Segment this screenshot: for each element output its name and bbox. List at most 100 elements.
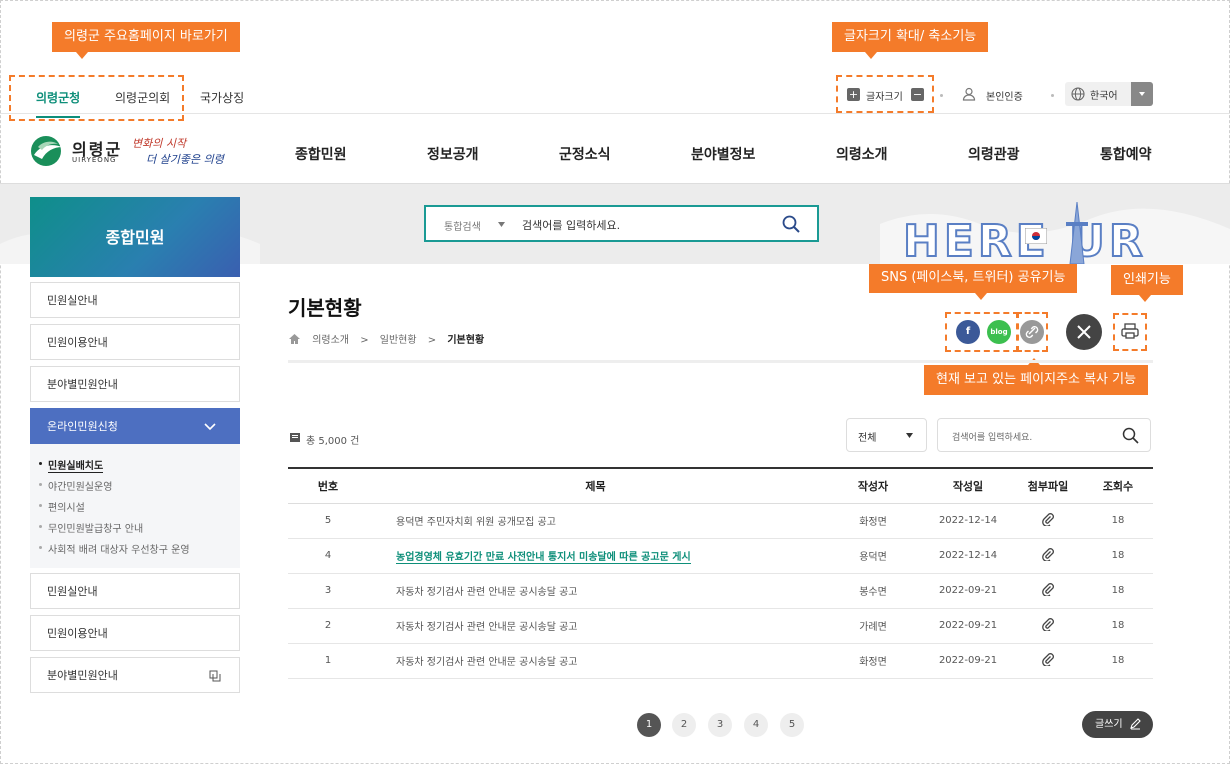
search-input[interactable]: 검색어를 입력하세요. [522,217,620,233]
column-header: 첨부파일 [1013,467,1083,504]
attachment-cell[interactable] [1013,608,1083,644]
gnb-item[interactable]: 통합예약 [1100,144,1152,164]
gnb-item[interactable]: 군정소식 [559,144,611,164]
chevron-down-icon [204,423,216,431]
page-button[interactable]: 4 [744,713,768,737]
board-search-input[interactable]: 검색어를 입력하세요. [937,418,1151,452]
new-window-icon [209,670,221,682]
globe-icon [1071,87,1085,101]
lnb-subitem[interactable]: 편의시설 [39,499,85,514]
row-author: 가례면 [823,608,923,644]
chevron-down-icon [1131,82,1153,106]
lnb-item[interactable]: 분야별민원안내 [30,366,240,402]
logo-emblem-icon [31,136,62,166]
column-header: 작성자 [823,467,923,504]
breadcrumb: 의령소개 > 일반현황 > 기본현황 [288,331,484,346]
paperclip-icon [1042,548,1054,562]
lnb-item[interactable]: 민원이용안내 [30,324,240,360]
callout-font-size: 글자크기 확대/ 축소기능 [832,22,989,59]
column-header: 작성일 [923,467,1013,504]
site-link-council[interactable]: 의령군의회 [115,89,170,106]
breadcrumb-item[interactable]: 일반현황 [380,335,417,346]
search-icon[interactable] [782,215,800,233]
caret-down-icon [906,433,913,438]
page-button[interactable]: 5 [780,713,804,737]
page-button[interactable]: 3 [708,713,732,737]
lnb-item-field[interactable]: 분야별민원안내 [30,657,240,693]
row-title[interactable]: 용덕면 주민자치회 위원 공개모집 공고 [368,503,823,539]
page-button[interactable]: 2 [672,713,696,737]
row-title[interactable]: 자동차 정기검사 관련 안내문 공시송달 공고 [368,608,823,644]
font-decrease-button[interactable]: − [911,88,924,101]
language-label: 한국어 [1090,91,1118,102]
attachment-cell[interactable] [1013,503,1083,539]
breadcrumb-item[interactable]: 의령소개 [312,335,349,346]
row-number: 3 [288,573,368,609]
facebook-share-button[interactable]: f [956,320,980,344]
gnb-item[interactable]: 정보공개 [427,144,479,164]
lnb-item[interactable]: 민원이용안내 [30,615,240,651]
lnb-subitem[interactable]: 야간민원실운영 [39,478,112,493]
print-icon [1121,323,1139,339]
language-select[interactable]: 한국어 [1065,82,1153,106]
gnb-item[interactable]: 종합민원 [295,144,347,164]
print-button[interactable] [1119,320,1141,342]
home-icon [289,334,300,344]
table-header-row: 번호 제목 작성자 작성일 첨부파일 조회수 [288,467,1153,504]
row-title[interactable]: 자동차 정기검사 관련 안내문 공시송달 공고 [368,573,823,609]
attachment-cell[interactable] [1013,643,1083,679]
breadcrumb-separator: > [427,335,437,346]
title-divider [288,360,1153,363]
filter-select[interactable]: 전체 [846,418,927,452]
logo[interactable]: 의령군 UIRYEONG 변화의 시작 더 살기좋은 의령 [30,135,250,169]
caret-down-icon [498,222,505,227]
row-date: 2022-09-21 [923,573,1013,609]
auth-link[interactable]: 본인인증 [986,88,1023,103]
callout-shortcut: 의령군 주요홈페이지 바로가기 [52,22,240,59]
tower-icon [1066,202,1088,264]
lnb-subitem[interactable]: 무인민원발급창구 안내 [39,520,143,535]
table-row[interactable]: 5 용덕면 주민자치회 위원 공개모집 공고 화정면 2022-12-14 18 [288,503,1153,539]
gnb-item[interactable]: 의령소개 [836,144,888,164]
row-number: 5 [288,503,368,539]
breadcrumb-current: 기본현황 [447,335,485,346]
row-author: 용덕면 [823,538,923,574]
write-button[interactable]: 글쓰기 [1082,711,1153,738]
lnb-item-label: 온라인민원신청 [47,420,118,433]
lnb-item[interactable]: 민원실안내 [30,573,240,609]
logo-slogan-1: 변화의 시작 [132,137,187,150]
lnb-item-online[interactable]: 온라인민원신청 [30,408,240,444]
attachment-cell[interactable] [1013,573,1083,609]
attachment-cell[interactable] [1013,538,1083,574]
lnb-subitem[interactable]: 민원실배치도 [39,457,104,473]
document-icon [290,433,300,442]
global-search: 통합검색 검색어를 입력하세요. [424,205,819,242]
lnb-subitem[interactable]: 사회적 배려 대상자 우선창구 운영 [39,541,190,556]
lnb-item[interactable]: 민원실안내 [30,282,240,318]
row-author: 화정면 [823,503,923,539]
table-row[interactable]: 3 자동차 정기검사 관련 안내문 공시송달 공고 봉수면 2022-09-21… [288,573,1153,609]
table-row[interactable]: 4 농업경영체 유효기간 만료 사전안내 통지서 미송달에 따른 공고문 게시 … [288,538,1153,574]
flag-icon [1025,228,1047,244]
gnb-item[interactable]: 분야별정보 [691,144,755,164]
copy-url-button[interactable] [1020,320,1044,344]
paperclip-icon [1042,618,1054,632]
close-share-button[interactable] [1066,314,1102,350]
page-button-current[interactable]: 1 [637,713,661,737]
search-icon[interactable] [1122,427,1139,444]
row-author: 화정면 [823,643,923,679]
lnb-item-label: 분야별민원안내 [47,669,118,682]
table-row[interactable]: 1 자동차 정기검사 관련 안내문 공시송달 공고 화정면 2022-09-21… [288,643,1153,679]
total-count: 총 5,000 건 [306,436,360,447]
font-increase-button[interactable]: + [847,88,860,101]
row-title[interactable]: 자동차 정기검사 관련 안내문 공시송달 공고 [368,643,823,679]
gnb-item[interactable]: 의령관광 [968,144,1020,164]
close-icon [1077,325,1091,339]
board-table: 번호 제목 작성자 작성일 첨부파일 조회수 5 용덕면 주민자치회 위원 공개… [288,467,1153,679]
table-row[interactable]: 2 자동차 정기검사 관련 안내문 공시송달 공고 가례면 2022-09-21… [288,608,1153,644]
site-link-symbols[interactable]: 국가상징 [200,89,244,106]
search-category[interactable]: 통합검색 [444,218,481,233]
blog-share-button[interactable]: blog [987,320,1011,344]
row-title[interactable]: 농업경영체 유효기간 만료 사전안내 통지서 미송달에 따른 공고문 게시 [368,538,823,574]
link-icon [1025,326,1039,338]
